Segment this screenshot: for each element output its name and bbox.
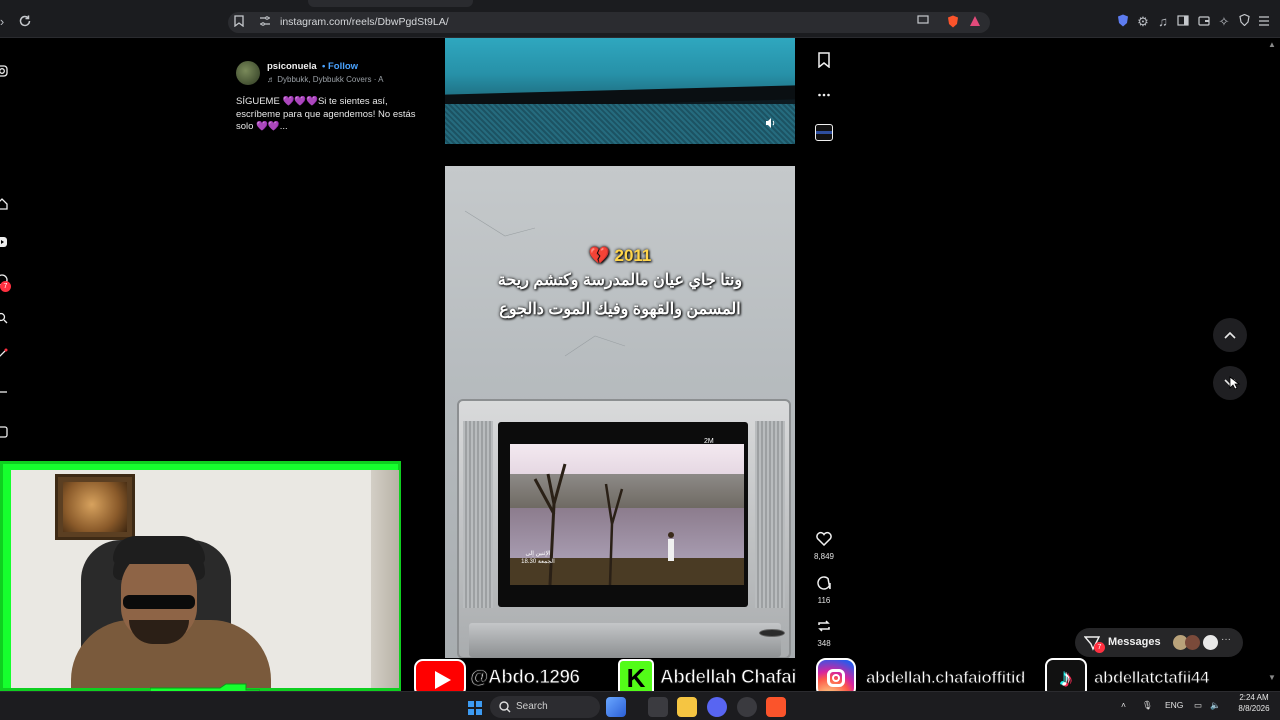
active-tab[interactable] (308, 0, 473, 7)
language-indicator[interactable]: ENG (1165, 700, 1183, 710)
repost-count: 348 (817, 639, 831, 648)
author-avatar[interactable] (236, 61, 260, 85)
taskbar-search[interactable]: Search (490, 696, 600, 718)
volume-icon[interactable] (765, 117, 781, 131)
notification-badge: 7 (0, 281, 11, 292)
tv-brand-badge (759, 629, 785, 637)
site-settings-icon[interactable] (258, 15, 272, 29)
leo-ai-icon[interactable]: ✧ (1216, 14, 1232, 30)
sunglasses (123, 595, 195, 609)
youtube-handle: @Abdo.1296 (470, 667, 581, 689)
volume-icon[interactable]: 🔈 (1210, 700, 1221, 711)
tv-subtitle: الإثنين إلى الجمعة 18.30 (521, 551, 555, 565)
scrollbar-up-arrow[interactable]: ▲ (1268, 40, 1276, 49)
music-note-icon: ♬ (267, 75, 275, 84)
vpn-icon[interactable] (1236, 13, 1252, 30)
address-bar[interactable]: instagram.com/reels/DbwPgdSt9LA/ (228, 12, 990, 33)
tv-base (469, 623, 781, 657)
instagram-handle: abdellah.chafaioffitid (865, 668, 1026, 688)
audio-track[interactable]: ♬ Dybbukk, Dybbukk Covers · A (267, 75, 384, 84)
file-explorer-icon[interactable] (677, 697, 697, 717)
clock-date: 8/8/2026 (1238, 704, 1270, 713)
browser-tabstrip (0, 0, 1280, 7)
messages-button[interactable]: 7 Messages ··· (1075, 628, 1243, 657)
messages-badge: 7 (1094, 642, 1105, 653)
brave-shields-icon[interactable] (946, 15, 960, 29)
follow-button[interactable]: • Follow (322, 61, 358, 72)
microphone-icon[interactable]: 🎙 (1142, 700, 1153, 711)
search-label: Search (516, 701, 548, 712)
cap-brim (113, 536, 205, 564)
scrollbar-down-arrow[interactable]: ▼ (1268, 673, 1276, 682)
more-options-icon[interactable] (815, 88, 833, 106)
clock-time: 2:24 AM (1239, 693, 1269, 702)
like-count: 8,849 (813, 552, 835, 561)
widgets-icon[interactable] (606, 697, 626, 717)
discord-icon[interactable] (707, 697, 727, 717)
search-icon[interactable] (0, 312, 10, 324)
previous-reel-video[interactable] (445, 38, 795, 144)
webcam-overlay (0, 461, 401, 691)
reel-line-1: ونتا جاي عيان مالمدرسة وكتشم ريحة (497, 272, 743, 289)
kick-handle: Abdellah Chafai (659, 667, 797, 689)
profile-icon[interactable] (0, 426, 10, 438)
sidebar-toggle-icon[interactable] (1175, 14, 1191, 30)
repost-icon[interactable] (815, 618, 833, 636)
task-view-icon[interactable] (648, 697, 668, 717)
vpn-shield-icon[interactable] (1115, 14, 1131, 30)
tv-channel-logo: 2M (704, 438, 714, 445)
audio-track-label: Dybbukk, Dybbukk Covers · A (277, 75, 384, 84)
separator-dot: • (322, 61, 326, 72)
previous-reel-button[interactable] (1213, 318, 1247, 352)
more-icon: ··· (1221, 634, 1231, 645)
windows-start-icon[interactable] (468, 701, 482, 715)
conversation-avatar (1203, 635, 1218, 650)
windows-taskbar: Search ˄ 🎙 ENG ▭ 🔈 2:24 AM 8/8/2026 (0, 691, 1280, 720)
reel-line-2: المسمن والقهوة وفيك الموت دالجوع (499, 301, 741, 318)
reel-year: 💔 2011 (588, 246, 652, 265)
conversation-avatar (1185, 635, 1200, 650)
comment-count: 116 (817, 596, 831, 605)
url-text[interactable]: instagram.com/reels/DbwPgdSt9LA/ (280, 16, 449, 28)
post-caption: SÍGUEME 💜💜💜Si te sientes así, escríbeme … (236, 96, 416, 132)
audio-thumbnail[interactable] (815, 124, 833, 141)
follow-label: Follow (327, 61, 359, 72)
brave-browser-icon[interactable] (766, 697, 786, 717)
webcam-feed (11, 470, 399, 688)
tv-screen: الإثنين إلى الجمعة 18.30 2M (498, 422, 748, 607)
like-icon[interactable] (815, 531, 833, 549)
media-icon[interactable]: ♫ (1155, 14, 1171, 30)
brave-rewards-icon[interactable] (968, 15, 982, 29)
forward-icon[interactable]: › (0, 14, 10, 30)
browser-toolbar: › instagram.com/reels/DbwPgdSt9LA/ ⚙ ♫ ✧ (0, 7, 1280, 38)
chevron-up-icon (1224, 331, 1236, 339)
old-tv: الإثنين إلى الجمعة 18.30 2M (457, 399, 791, 658)
messages-label: Messages (1108, 636, 1161, 648)
screen: › instagram.com/reels/DbwPgdSt9LA/ ⚙ ♫ ✧… (0, 0, 1280, 720)
explore-icon[interactable] (0, 348, 10, 360)
mouse-cursor-icon (1229, 376, 1241, 390)
tray-overflow-icon[interactable]: ˄ (1121, 700, 1126, 710)
reload-icon[interactable] (17, 14, 33, 30)
search-icon (499, 701, 511, 713)
bookmark-outline-icon[interactable] (232, 15, 246, 29)
reel-text-overlay: 💔 2011 ونتا جاي عيان مالمدرسة وكتشم ريحة… (445, 246, 795, 324)
network-icon[interactable]: ▭ (1194, 700, 1202, 711)
menu-icon[interactable] (1256, 14, 1272, 30)
clock[interactable]: 2:24 AM 8/8/2026 (1232, 692, 1276, 714)
extensions-icon[interactable]: ⚙ (1135, 14, 1151, 30)
instagram-logo-icon[interactable] (0, 65, 10, 77)
comment-icon[interactable] (815, 575, 833, 593)
settings-icon[interactable] (737, 697, 757, 717)
cast-icon[interactable] (916, 15, 930, 29)
wallet-icon[interactable] (1196, 14, 1212, 30)
home-icon[interactable] (0, 198, 10, 210)
current-reel-video[interactable]: 💔 2011 ونتا جاي عيان مالمدرسة وكتشم ريحة… (445, 166, 795, 658)
save-icon[interactable] (815, 52, 833, 70)
reels-icon[interactable] (0, 236, 10, 248)
author-username[interactable]: psiconuela (267, 61, 317, 72)
tiktok-handle: abdellatctafii44 (1094, 668, 1210, 688)
create-icon[interactable] (0, 390, 10, 402)
lion-picture-frame (55, 474, 135, 540)
